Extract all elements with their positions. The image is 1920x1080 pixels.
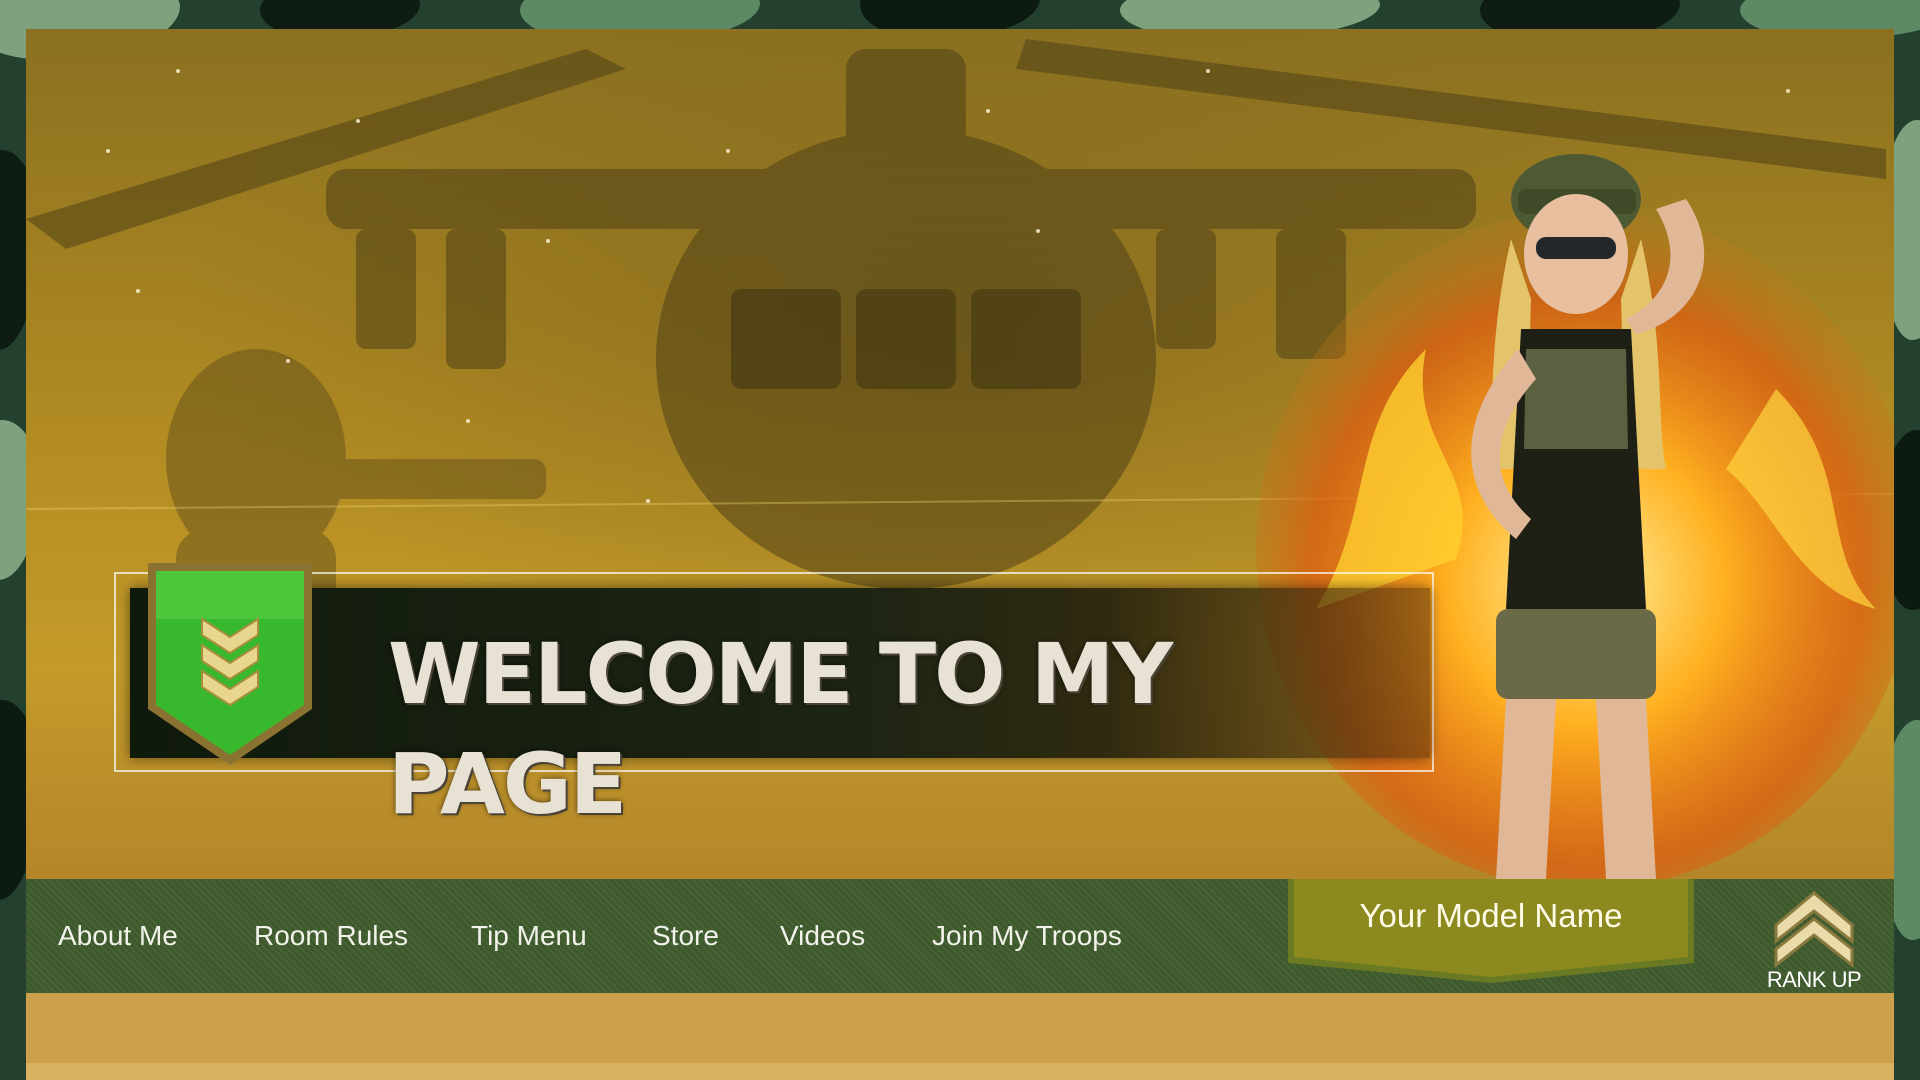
page-title: WELCOME TO MY PAGE — [388, 625, 1173, 833]
chevron-badge-icon — [148, 563, 312, 765]
hero-banner: WELCOME TO MY PAGE — [26, 29, 1894, 879]
rank-up-label[interactable]: RANK UP — [1748, 965, 1880, 995]
nav-videos[interactable]: Videos — [780, 879, 865, 993]
bottom-camo — [26, 1063, 1894, 1080]
page-frame: WELCOME TO MY PAGE About Me Room Rules T… — [26, 29, 1894, 1080]
content-strip — [26, 993, 1894, 1063]
nav-about-me[interactable]: About Me — [58, 879, 178, 993]
nav-tip-menu[interactable]: Tip Menu — [471, 879, 587, 993]
nav-join-my-troops[interactable]: Join My Troops — [932, 879, 1122, 993]
nav-room-rules[interactable]: Room Rules — [254, 879, 408, 993]
model-name: Your Model Name — [1359, 897, 1623, 934]
nav-store[interactable]: Store — [652, 879, 719, 993]
